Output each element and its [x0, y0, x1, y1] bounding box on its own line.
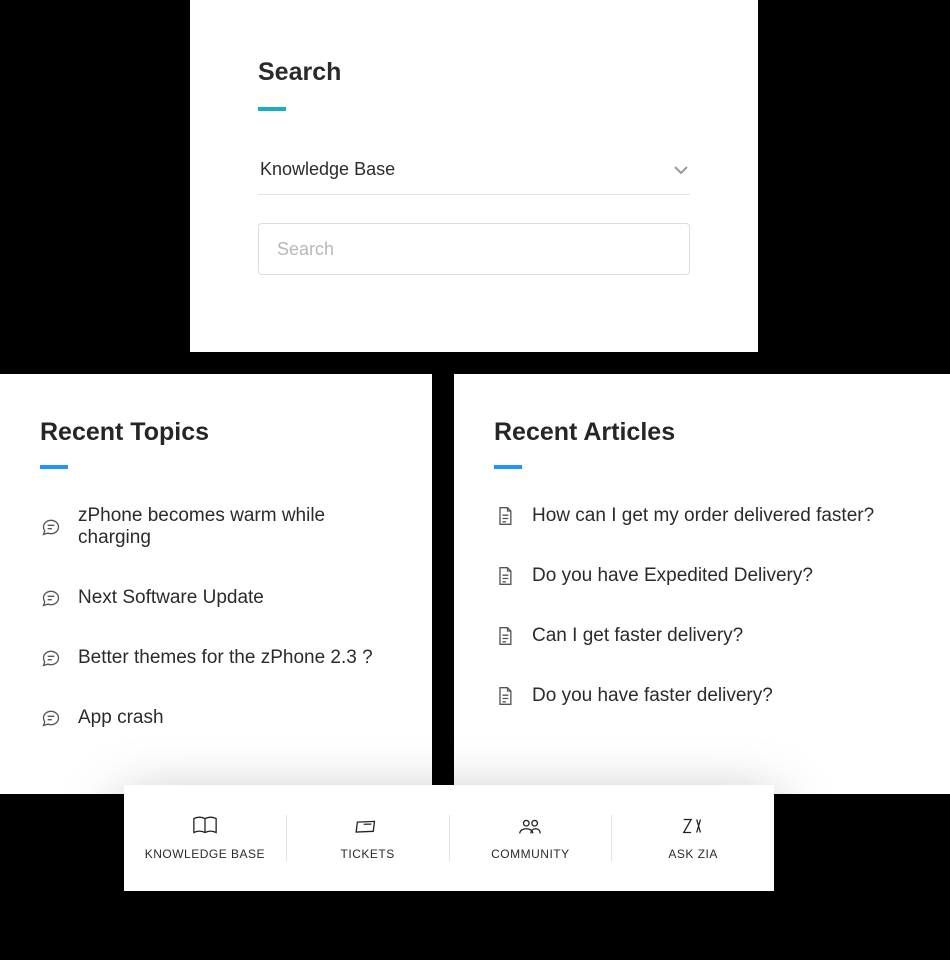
nav-item-label: COMMUNITY	[491, 847, 570, 861]
recent-articles-list: How can I get my order delivered faster?…	[494, 505, 910, 707]
title-underline	[258, 107, 286, 111]
list-item[interactable]: Do you have faster delivery?	[494, 685, 910, 707]
chevron-down-icon	[674, 163, 688, 177]
people-icon	[517, 815, 543, 837]
title-underline	[494, 465, 522, 469]
nav-item-label: KNOWLEDGE BASE	[145, 847, 265, 861]
chat-bubble-icon	[40, 587, 62, 609]
chat-bubble-icon	[40, 516, 62, 538]
list-item-label: Do you have faster delivery?	[532, 685, 773, 707]
recent-articles-title: Recent Articles	[494, 418, 910, 447]
recent-topics-card: Recent Topics zPhone becomes warm while …	[0, 374, 432, 794]
document-icon	[494, 625, 516, 647]
list-item-label: Can I get faster delivery?	[532, 625, 743, 647]
book-icon	[192, 815, 218, 837]
list-item[interactable]: App crash	[40, 707, 392, 729]
list-item-label: Do you have Expedited Delivery?	[532, 565, 813, 587]
bottom-nav: KNOWLEDGE BASE TICKETS COMMUNITY ASK ZIA	[124, 785, 774, 891]
recent-articles-card: Recent Articles How can I get my order d…	[454, 374, 950, 794]
nav-item-label: TICKETS	[341, 847, 395, 861]
title-underline	[40, 465, 68, 469]
search-input[interactable]	[258, 223, 690, 275]
list-item[interactable]: Next Software Update	[40, 587, 392, 609]
nav-item-tickets[interactable]: TICKETS	[287, 815, 450, 861]
recent-topics-list: zPhone becomes warm while charging Next …	[40, 505, 392, 729]
search-scope-selector[interactable]: Knowledge Base	[258, 147, 690, 195]
list-item-label: Better themes for the zPhone 2.3 ?	[78, 647, 373, 669]
search-card: Search Knowledge Base	[190, 0, 758, 352]
search-scope-label: Knowledge Base	[260, 159, 395, 180]
list-item[interactable]: zPhone becomes warm while charging	[40, 505, 392, 549]
list-item[interactable]: Better themes for the zPhone 2.3 ?	[40, 647, 392, 669]
nav-item-community[interactable]: COMMUNITY	[450, 815, 613, 861]
list-item-label: zPhone becomes warm while charging	[78, 505, 392, 549]
ticket-icon	[355, 815, 381, 837]
chat-bubble-icon	[40, 647, 62, 669]
list-item-label: How can I get my order delivered faster?	[532, 505, 874, 527]
list-item[interactable]: Do you have Expedited Delivery?	[494, 565, 910, 587]
nav-item-label: ASK ZIA	[668, 847, 718, 861]
list-item[interactable]: How can I get my order delivered faster?	[494, 505, 910, 527]
recent-topics-title: Recent Topics	[40, 418, 392, 447]
document-icon	[494, 505, 516, 527]
search-title: Search	[258, 58, 690, 87]
nav-item-ask-zia[interactable]: ASK ZIA	[612, 815, 774, 861]
zia-icon	[680, 815, 706, 837]
document-icon	[494, 685, 516, 707]
list-item-label: Next Software Update	[78, 587, 264, 609]
nav-item-knowledge-base[interactable]: KNOWLEDGE BASE	[124, 815, 287, 861]
list-item[interactable]: Can I get faster delivery?	[494, 625, 910, 647]
chat-bubble-icon	[40, 707, 62, 729]
list-item-label: App crash	[78, 707, 164, 729]
document-icon	[494, 565, 516, 587]
